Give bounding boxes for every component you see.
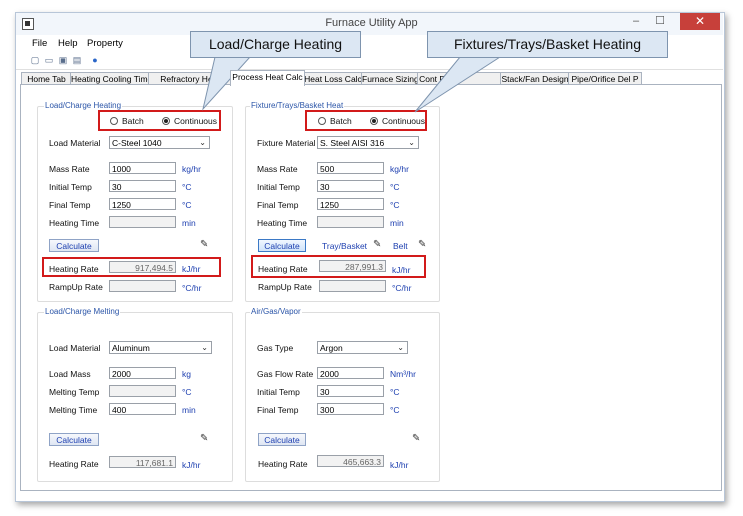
- tab-process-heat-calc[interactable]: Process Heat Calc: [230, 70, 305, 86]
- callout-pointers: [202, 56, 502, 113]
- callout-pointer-right: [414, 56, 502, 113]
- callout-fixture-heating: Fixtures/Trays/Basket Heating: [427, 31, 668, 58]
- callout-load-heating: Load/Charge Heating: [190, 31, 361, 58]
